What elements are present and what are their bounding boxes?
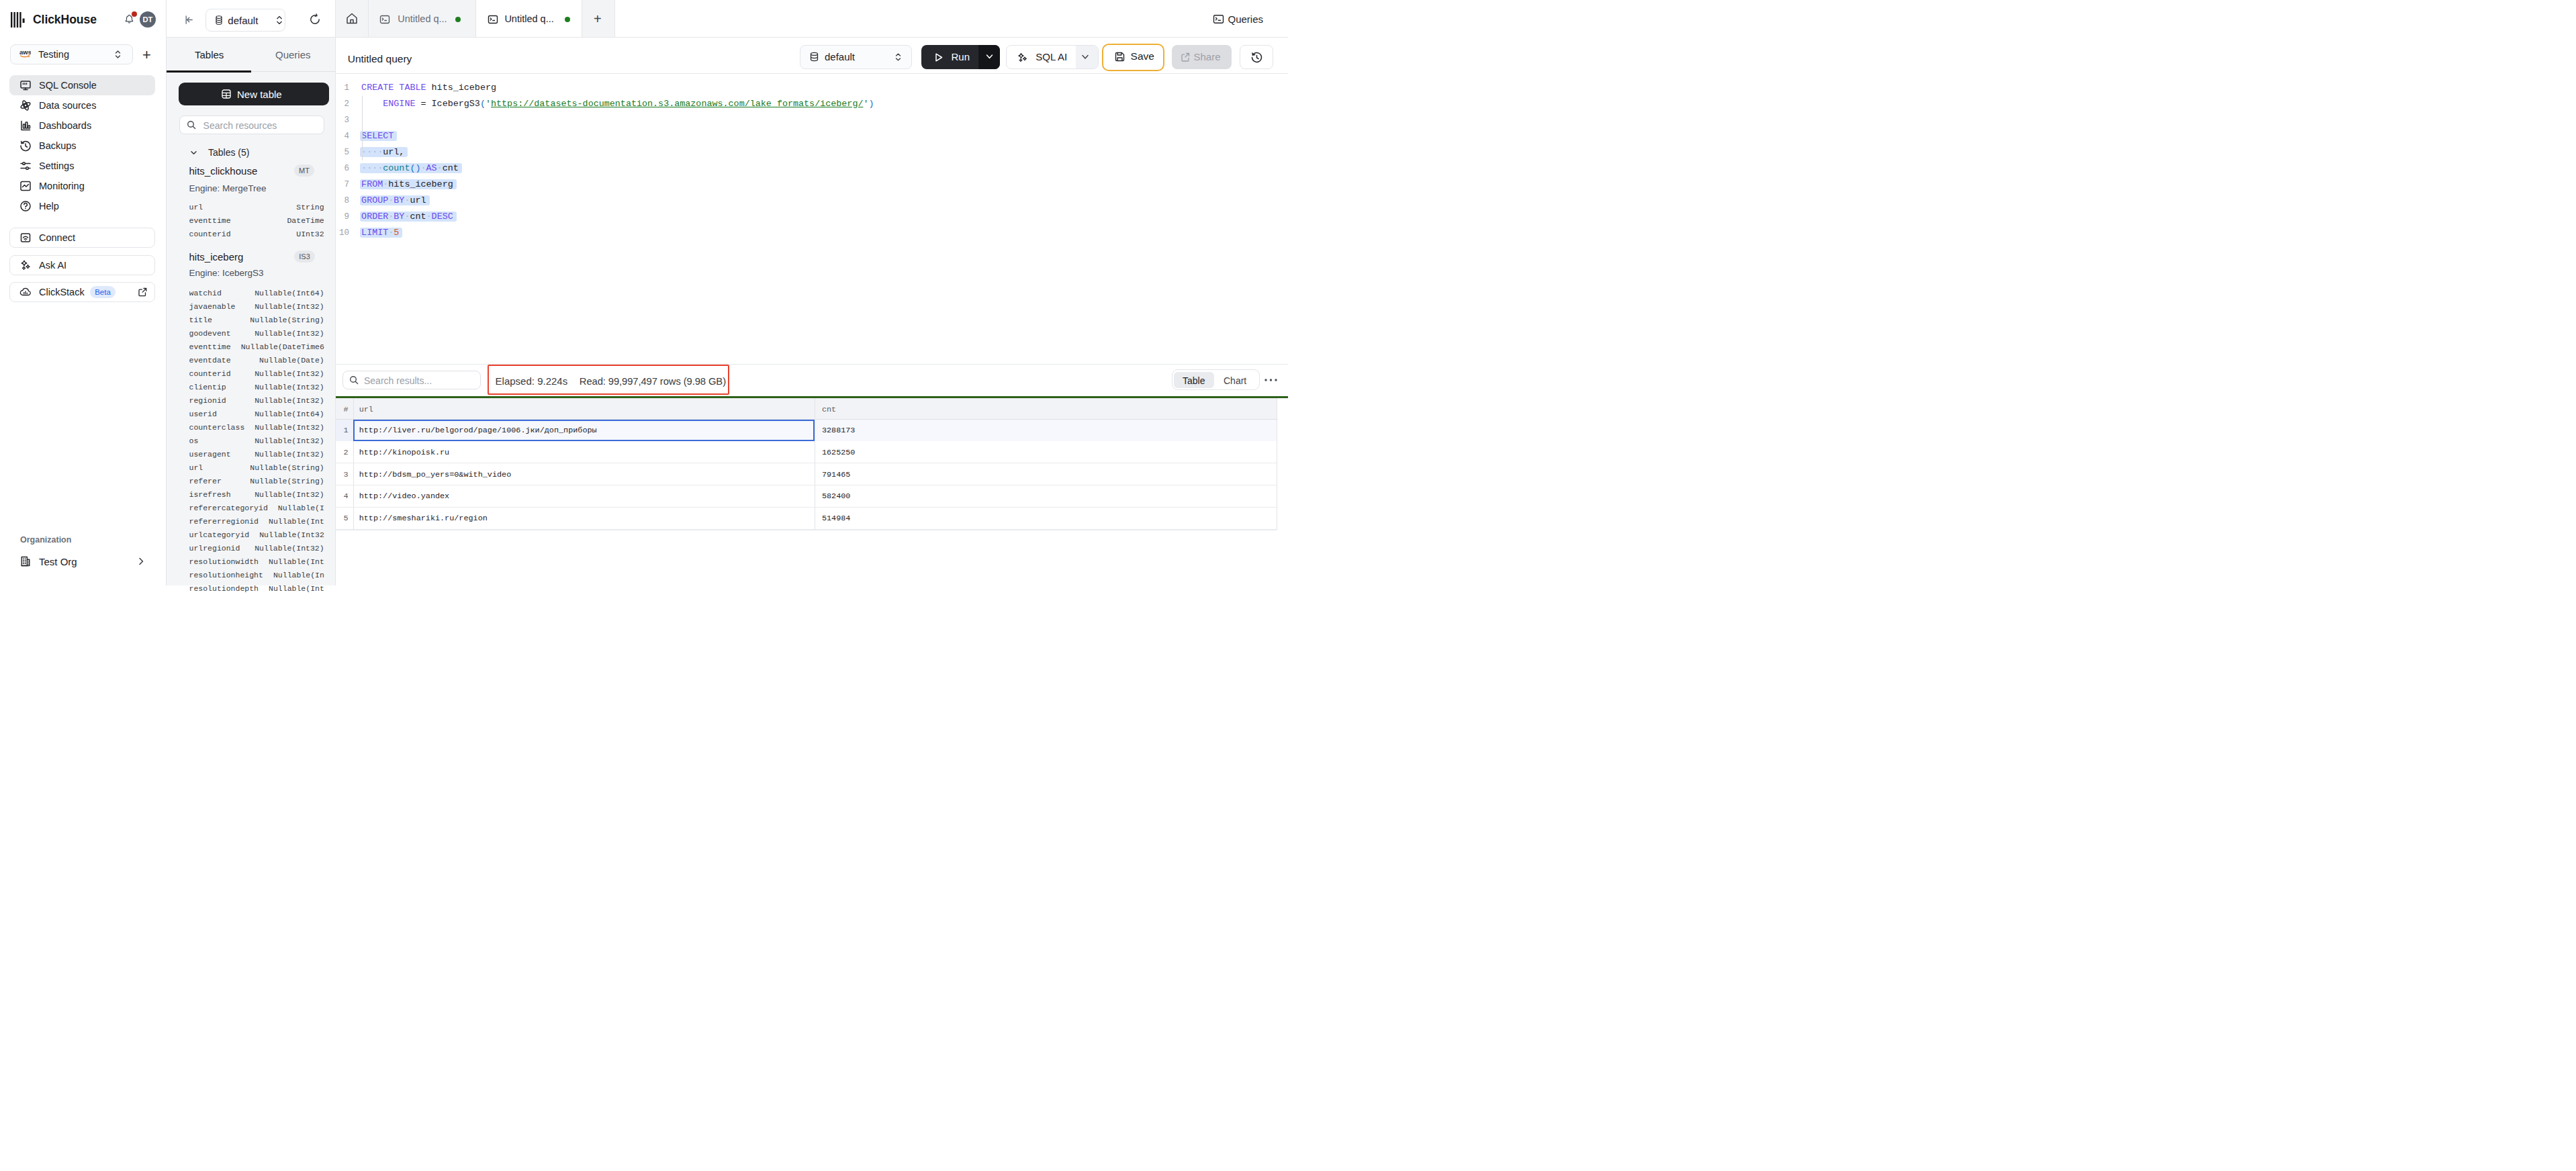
svg-text:aws: aws xyxy=(19,48,31,56)
